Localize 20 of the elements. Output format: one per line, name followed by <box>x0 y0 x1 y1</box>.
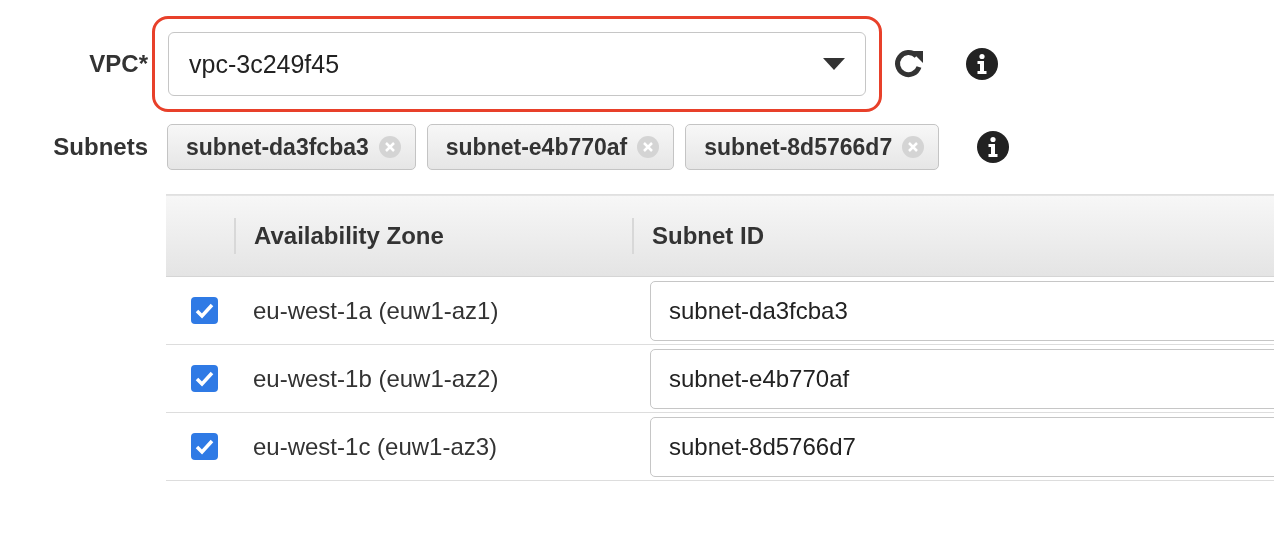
table-cell-text: eu-west-1b (euw1-az2) <box>252 364 499 392</box>
token-label: subnet-e4b770af <box>445 133 628 161</box>
vpc-select[interactable]: vpc-3c249f45 <box>168 32 866 96</box>
table-cell-text: eu-west-1a (euw1-az1) <box>252 296 499 324</box>
token-label: subnet-da3fcba3 <box>186 133 369 161</box>
table-cell-text: eu-west-1c (euw1-az3) <box>252 432 498 460</box>
subnets-label: Subnets <box>52 133 148 161</box>
vpc-label: VPC* <box>88 50 148 78</box>
subnet-id-field[interactable]: subnet-e4b770af <box>650 348 1274 409</box>
checkbox[interactable] <box>191 433 218 460</box>
column-header: Availability Zone <box>254 221 444 250</box>
token-label: subnet-8d5766d7 <box>704 133 893 161</box>
checkbox[interactable] <box>191 365 218 392</box>
checkbox[interactable] <box>191 297 218 324</box>
subnet-id-field[interactable]: subnet-da3fcba3 <box>650 280 1274 341</box>
info-icon[interactable] <box>966 48 998 80</box>
subnet-id-field[interactable]: subnet-8d5766d7 <box>650 416 1274 477</box>
column-header: Subnet ID <box>652 221 764 250</box>
caret-icon <box>823 58 845 70</box>
info-icon[interactable] <box>977 131 1010 163</box>
